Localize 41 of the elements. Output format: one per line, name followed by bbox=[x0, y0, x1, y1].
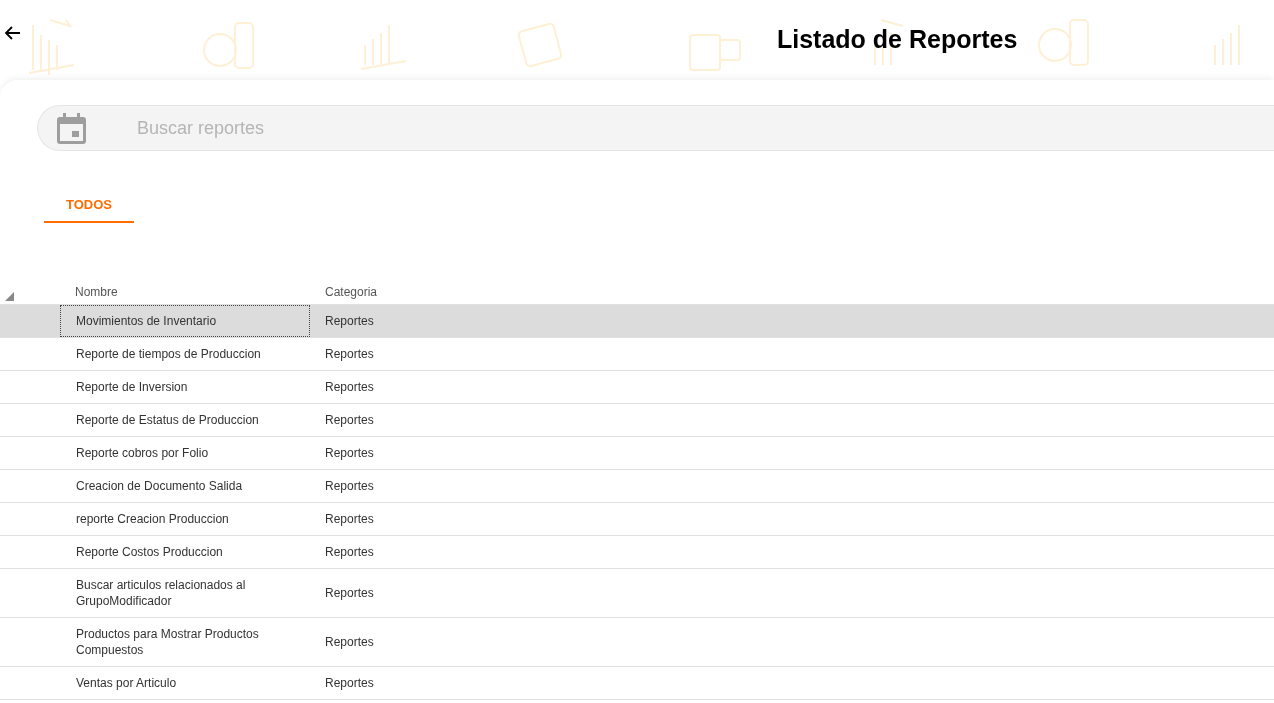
table-row[interactable]: Productos para Mostrar Productos Compuestos Reportes bbox=[0, 618, 1274, 667]
table-cell-text: Creacion de Documento Salida bbox=[75, 478, 244, 495]
calendar-icon bbox=[57, 113, 86, 144]
table-row[interactable]: Creacion de Documento Salida Reportes bbox=[0, 470, 1274, 503]
table-cell-text: Reporte de Inversion bbox=[75, 379, 189, 396]
table-row[interactable]: Reporte cobros por Folio Reportes bbox=[0, 437, 1274, 470]
table-cell-text: Reportes bbox=[324, 478, 375, 495]
table-cell-text: Reporte de tiempos de Produccion bbox=[75, 346, 262, 363]
table-cell-text: Reporte cobros por Folio bbox=[75, 445, 210, 462]
back-button[interactable] bbox=[3, 24, 21, 42]
table-cell-text: Reportes bbox=[324, 346, 375, 363]
table-cell-text: Reporte Costos Produccion bbox=[75, 544, 224, 561]
table-cell-text: Reportes bbox=[324, 412, 375, 429]
table-cell-text: Buscar articulos relacionados al GrupoModificador bbox=[75, 577, 247, 610]
table-cell: Movimientos de Inventario bbox=[60, 305, 310, 337]
sort-indicator-icon bbox=[5, 292, 14, 301]
table-cell-text: Reportes bbox=[324, 445, 375, 462]
table-row[interactable]: Ventas por Articulo Reportes bbox=[0, 667, 1274, 700]
search-field[interactable]: Buscar reportes bbox=[37, 105, 1274, 151]
table-row[interactable]: Reporte de Estatus de Produccion Reportes bbox=[0, 404, 1274, 437]
column-header[interactable]: Categoria bbox=[325, 285, 378, 299]
column-header[interactable]: Nombre bbox=[75, 285, 118, 299]
table-cell-text: Reportes bbox=[324, 544, 375, 561]
table-row[interactable]: Buscar articulos relacionados al GrupoModificador Reportes bbox=[0, 569, 1274, 618]
table-cell-text: reporte Creacion Produccion bbox=[75, 511, 230, 528]
back-arrow-icon bbox=[3, 26, 21, 40]
table-cell-text: Productos para Mostrar Productos Compuestos bbox=[75, 626, 260, 659]
table-cell-text: Reporte de Estatus de Produccion bbox=[75, 412, 260, 429]
table-cell-text: Reportes bbox=[324, 675, 375, 692]
table-cell-text: Reportes bbox=[324, 379, 375, 396]
table-cell-text: Reportes bbox=[324, 585, 375, 602]
table-cell-text: Reportes bbox=[324, 634, 375, 651]
table-row[interactable]: Reporte de Inversion Reportes bbox=[0, 371, 1274, 404]
table-row[interactable]: Reporte de tiempos de Produccion Reportes bbox=[0, 338, 1274, 371]
table-row[interactable]: Reporte Costos Produccion Reportes bbox=[0, 536, 1274, 569]
table-cell-text: Reportes bbox=[324, 313, 375, 330]
table-row[interactable]: reporte Creacion Produccion Reportes bbox=[0, 503, 1274, 536]
table-cell-text: Reportes bbox=[324, 511, 375, 528]
page-title: Listado de Reportes bbox=[777, 24, 1018, 56]
table-row[interactable]: Movimientos de Inventario Reportes bbox=[0, 305, 1274, 338]
table-cell-text: Ventas por Articulo bbox=[75, 675, 178, 692]
